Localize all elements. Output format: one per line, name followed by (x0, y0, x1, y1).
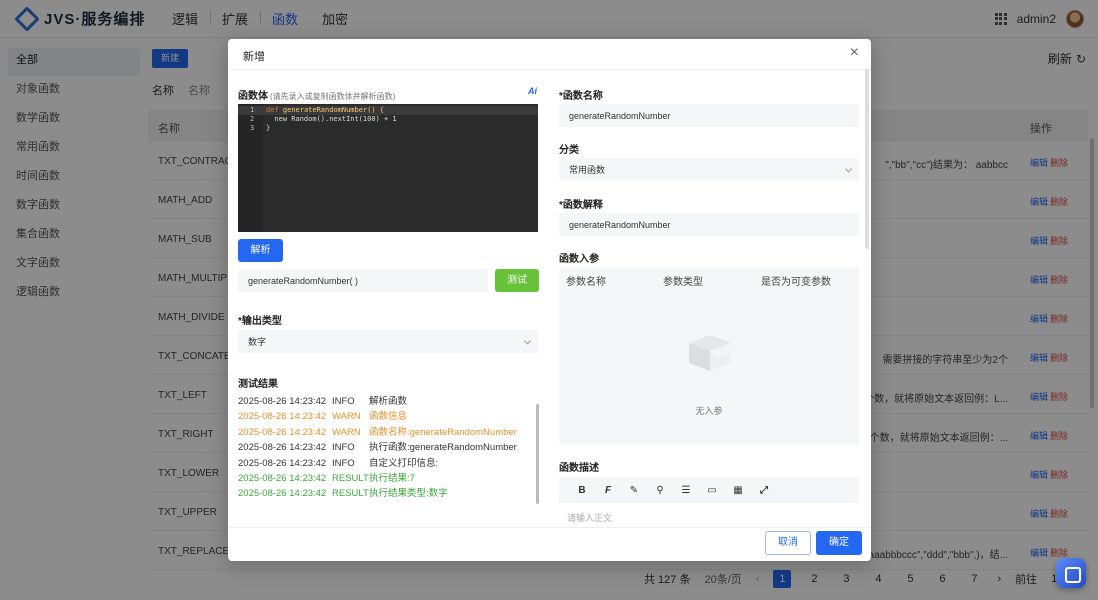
log-row: 2025-08-26 14:23:42 RESULT 执行结果:7 (238, 471, 538, 486)
test-button[interactable]: 测试 (495, 269, 539, 292)
function-explain-label: *函数解释 (559, 200, 603, 211)
dialog-title: 新增 (243, 51, 265, 63)
test-result-label: 测试结果 (238, 379, 278, 390)
log-timestamp: 2025-08-26 14:23:42 (238, 442, 327, 454)
log-timestamp: 2025-08-26 14:23:42 (238, 411, 327, 423)
dialog-footer-divider (228, 527, 871, 528)
log-row: 2025-08-26 14:23:42 WARN 函数信息 (238, 409, 538, 424)
log-scrollbar[interactable] (536, 404, 539, 504)
bold-icon[interactable]: B (569, 485, 595, 496)
assistant-fab-icon[interactable] (1056, 558, 1086, 588)
code-line: 3 } (238, 124, 538, 133)
cancel-button[interactable]: 取消 (765, 531, 811, 555)
code-editor[interactable]: 1 def generateRandomNumber() { 2 new Ran… (238, 104, 538, 232)
log-message: 函数名称:generateRandomNumber (369, 426, 517, 438)
params-table: 参数名称 参数类型 是否为可变参数 无入参 (559, 267, 859, 445)
log-row: 2025-08-26 14:23:42 INFO 执行函数:generateRand… (238, 440, 538, 455)
category-select[interactable]: 常用函数 (559, 158, 859, 181)
link-icon[interactable]: ⚲ (647, 485, 673, 496)
log-timestamp: 2025-08-26 14:23:42 (238, 488, 327, 500)
signature-field[interactable]: generateRandomNumber( ) (238, 269, 488, 292)
param-col-name: 参数名称 (566, 277, 606, 288)
add-function-dialog: 新增 × 函数体 (请先录入或复制函数体并解析函数) Ai 1 def gener… (228, 39, 871, 561)
line-number: 2 (250, 115, 255, 123)
code-text: new Random().nextInt(100) + 1 (266, 115, 397, 123)
log-message: 执行结果:7 (369, 472, 415, 484)
dialog-divider (228, 69, 871, 70)
function-body-label-text: 函数体 (238, 91, 268, 102)
log-row: 2025-08-26 14:23:42 RESULT 执行结果类型:数字 (238, 486, 538, 501)
function-explain-input[interactable]: generateRandomNumber (559, 213, 859, 236)
fullscreen-icon[interactable]: ⤢ (751, 485, 777, 496)
log-level: WARN (332, 411, 361, 423)
log-level: RESULT (332, 488, 369, 500)
log-row: 2025-08-26 14:23:42 WARN 函数名称:generateRand… (238, 425, 538, 440)
ai-icon[interactable]: Ai (528, 86, 537, 96)
function-body-label: 函数体 (请先录入或复制函数体并解析函数) (238, 87, 395, 102)
chevron-down-icon (523, 336, 532, 345)
log-level: INFO (332, 396, 355, 407)
code-line: 1 def generateRandomNumber() { (238, 106, 538, 115)
output-type-label: *输出类型 (238, 316, 282, 327)
line-number: 3 (250, 124, 255, 132)
log-message: 函数信息 (369, 411, 408, 423)
list-icon[interactable]: ☰ (673, 485, 699, 496)
log-timestamp: 2025-08-26 14:23:42 (238, 457, 327, 469)
confirm-button[interactable]: 确定 (816, 531, 862, 555)
log-row: 2025-08-26 14:23:42 INFO 解析函数 (238, 394, 538, 409)
category-label: 分类 (559, 145, 579, 156)
image-icon[interactable]: ▭ (699, 485, 725, 496)
empty-box-icon (689, 335, 737, 371)
log-message: 执行结果类型:数字 (369, 488, 448, 500)
log-level: WARN (332, 426, 361, 438)
font-icon[interactable]: F (595, 485, 621, 496)
brush-icon[interactable]: ✎ (621, 485, 647, 496)
log-message: 自定义打印信息: (369, 457, 439, 469)
log-timestamp: 2025-08-26 14:23:42 (238, 472, 327, 484)
description-editor[interactable]: 请输入正文 (559, 505, 859, 527)
code-text: } (266, 124, 271, 132)
output-type-value: 数字 (248, 337, 267, 347)
log-message: 执行函数:generateRandomNumber (369, 442, 517, 454)
line-number: 1 (250, 106, 255, 114)
category-value: 常用函数 (569, 165, 606, 175)
log-level: INFO (332, 442, 355, 454)
params-empty-text: 无入参 (695, 406, 723, 416)
code-line: 2 new Random().nextInt(100) + 1 (238, 115, 538, 124)
function-name-label: *函数名称 (559, 91, 603, 102)
description-label: 函数描述 (559, 463, 599, 474)
param-col-type: 参数类型 (663, 277, 703, 288)
test-log: 2025-08-26 14:23:42 INFO 解析函数 2025-08-26 14… (238, 394, 538, 504)
log-timestamp: 2025-08-26 14:23:42 (238, 396, 327, 407)
log-row: 2025-08-26 14:23:42 INFO 自定义打印信息: (238, 456, 538, 471)
parse-button[interactable]: 解析 (238, 239, 283, 262)
log-level: RESULT (332, 472, 369, 484)
rich-text-toolbar: B F ✎ ⚲ ☰ ▭ ▦ ⤢ (559, 477, 859, 503)
table-icon[interactable]: ▦ (725, 485, 751, 496)
chevron-down-icon (844, 164, 853, 173)
function-body-hint: (请先录入或复制函数体并解析函数) (270, 92, 396, 101)
close-icon[interactable]: × (850, 44, 859, 62)
output-type-select[interactable]: 数字 (238, 330, 538, 353)
params-label: 函数入参 (559, 254, 599, 265)
param-col-variadic: 是否为可变参数 (761, 277, 831, 288)
dialog-scrollbar[interactable] (865, 69, 869, 249)
log-timestamp: 2025-08-26 14:23:42 (238, 426, 327, 438)
log-level: INFO (332, 457, 355, 469)
code-text: def generateRandomNumber() { (266, 106, 385, 114)
log-message: 解析函数 (369, 396, 408, 407)
function-name-input[interactable]: generateRandomNumber (559, 104, 859, 127)
